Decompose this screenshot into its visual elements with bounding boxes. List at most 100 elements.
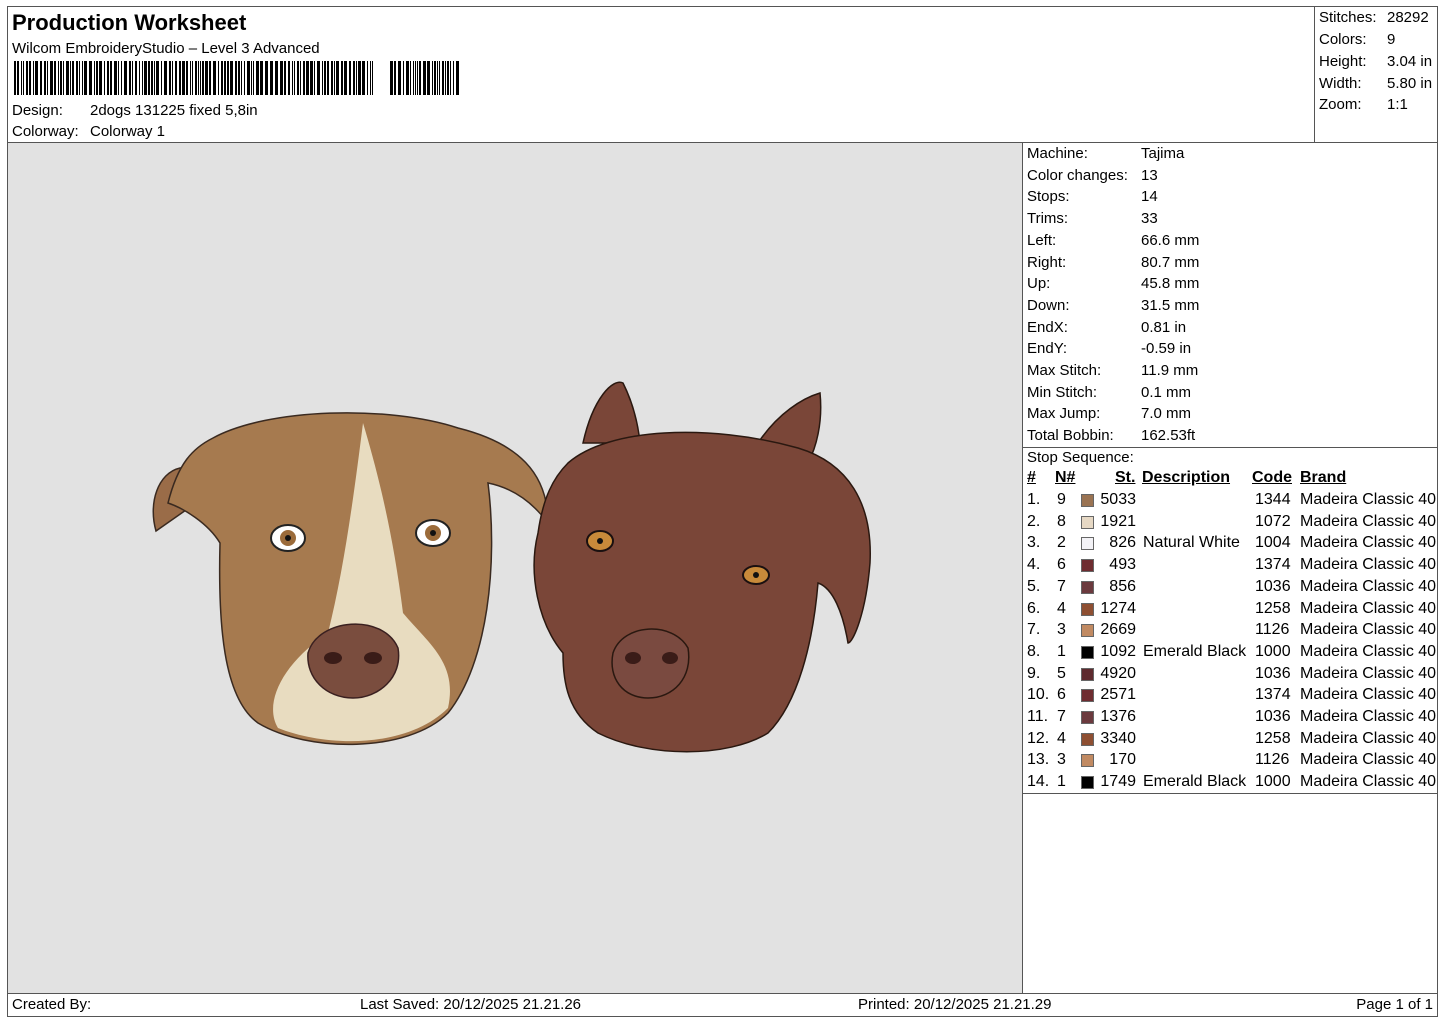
machine-info-row: Machine: Tajima [1027,145,1184,167]
barcode-bar [280,61,283,95]
barcode-bar [213,61,216,95]
row-brand: Madeira Classic 40 [1300,512,1437,530]
stop-sequence-row: 2. 8 1921 1072 Madeira Classic 40 [1023,513,1439,535]
color-swatch [1081,732,1094,746]
info-value: 13 [1141,166,1158,184]
printed-date: Printed: 20/12/2025 21.21.29 [858,996,1052,1013]
barcode-bar [84,61,87,95]
barcode-bar [353,61,355,95]
barcode-bar [394,61,396,95]
row-needle: 5 [1057,664,1066,682]
info-value: -0.59 in [1141,340,1192,358]
barcode-bar [76,61,78,95]
barcode-bar [439,61,440,95]
color-swatch [1081,689,1094,703]
machine-info-row: Up: 45.8 mm [1027,275,1199,297]
stop-sequence-row: 9. 5 4920 1036 Madeira Classic 40 [1023,665,1439,687]
barcode-bar [356,61,357,95]
row-code: 1374 [1255,556,1291,574]
row-needle: 9 [1057,491,1066,508]
row-stitches: 170 [1109,751,1136,769]
machine-info-row: Color changes: 13 [1027,167,1158,189]
color-swatch [1081,515,1094,529]
machine-info-panel: Machine: Tajima Color changes: 13 Stops: 14 Tr… [1022,142,1438,994]
row-code: 1344 [1255,491,1291,508]
barcode-bar [190,61,191,95]
row-brand: Madeira Classic 40 [1300,621,1437,639]
info-label: Color changes: [1027,166,1128,184]
stat-value: 3.04 in [1387,53,1433,70]
barcode-bar [186,61,188,95]
row-stitches: 5033 [1100,491,1136,508]
barcode-bar [370,61,371,95]
row-brand: Madeira Classic 40 [1300,642,1437,660]
machine-info-row: Min Stitch: 0.1 mm [1027,384,1191,406]
barcode-bar [70,61,71,95]
machine-info-row: Stops: 14 [1027,188,1158,210]
row-stitches: 1749 [1100,773,1136,791]
worksheet-footer: Created By: Last Saved: 20/12/2025 21.21… [7,993,1438,1017]
colorway-row: Colorway: Colorway 1 [12,123,165,140]
design-label: Design: [12,102,63,119]
barcode-bar [367,61,368,95]
row-brand: Madeira Classic 40 [1300,708,1437,725]
stop-sequence-row: 8. 1 1092 Emerald Black 1000 Madeira Classic … [1023,643,1439,665]
info-value: 66.6 mm [1141,231,1200,249]
barcode-bar [179,61,181,95]
barcode-bar [94,61,95,95]
stop-sequence-row: 1. 9 5033 1344 Madeira Classic 40 [1023,491,1439,513]
barcode-bar [202,61,204,95]
barcode-bar [260,61,263,95]
barcode-bar [270,61,273,95]
color-swatch [1081,537,1094,551]
barcode-bar [227,61,229,95]
barcode-bar [110,61,112,95]
stat-value: 1:1 [1387,96,1408,113]
barcode-bar [415,61,416,95]
row-needle: 6 [1057,686,1066,704]
colorway-label: Colorway: [12,123,79,140]
col-header-needle: N# [1055,469,1076,486]
barcode-image [14,61,459,95]
stat-label: Height: [1319,53,1367,70]
barcode-bar [26,61,28,95]
row-needle: 6 [1057,556,1066,574]
color-swatch [1081,776,1094,790]
barcode-bar [89,61,92,95]
barcode-bar [218,61,219,95]
barcode-bar [161,61,162,95]
stat-label: Colors: [1319,31,1367,48]
row-stitches: 493 [1109,556,1136,574]
stat-colors: Colors: 9 [1319,31,1395,48]
stop-sequence-row: 7. 3 2669 1126 Madeira Classic 40 [1023,621,1439,643]
stat-label: Zoom: [1319,96,1362,113]
stat-label: Width: [1319,75,1362,92]
row-code: 1126 [1255,621,1290,639]
design-row: Design: 2dogs 131225 fixed 5,8in [12,102,258,119]
embroidery-preview-image [152,381,871,753]
stat-height: Height: 3.04 in [1319,53,1432,70]
info-value: 11.9 mm [1141,362,1199,379]
barcode-bar [334,61,335,95]
color-swatch [1081,754,1094,768]
design-preview[interactable] [7,142,1023,994]
barcode-bar [344,61,347,95]
row-description: Emerald Black [1143,773,1247,791]
barcode-bar [284,61,286,95]
barcode-bar [17,61,19,95]
barcode-bar [403,61,404,95]
barcode-bar [265,61,268,95]
barcode-bar [118,61,119,95]
barcode-bar [132,61,133,95]
machine-info-row: Down: 31.5 mm [1027,297,1199,319]
info-value: 0.1 mm [1141,383,1192,401]
stat-value: 28292 [1387,9,1429,26]
barcode-bar [142,61,143,95]
row-description: Emerald Black [1143,642,1247,660]
row-index: 14. [1027,773,1050,791]
row-brand: Madeira Classic 40 [1300,599,1437,617]
row-stitches: 1092 [1100,642,1136,660]
barcode-bar [60,61,62,95]
barcode-bar [241,61,242,95]
barcode-bar [209,61,211,95]
